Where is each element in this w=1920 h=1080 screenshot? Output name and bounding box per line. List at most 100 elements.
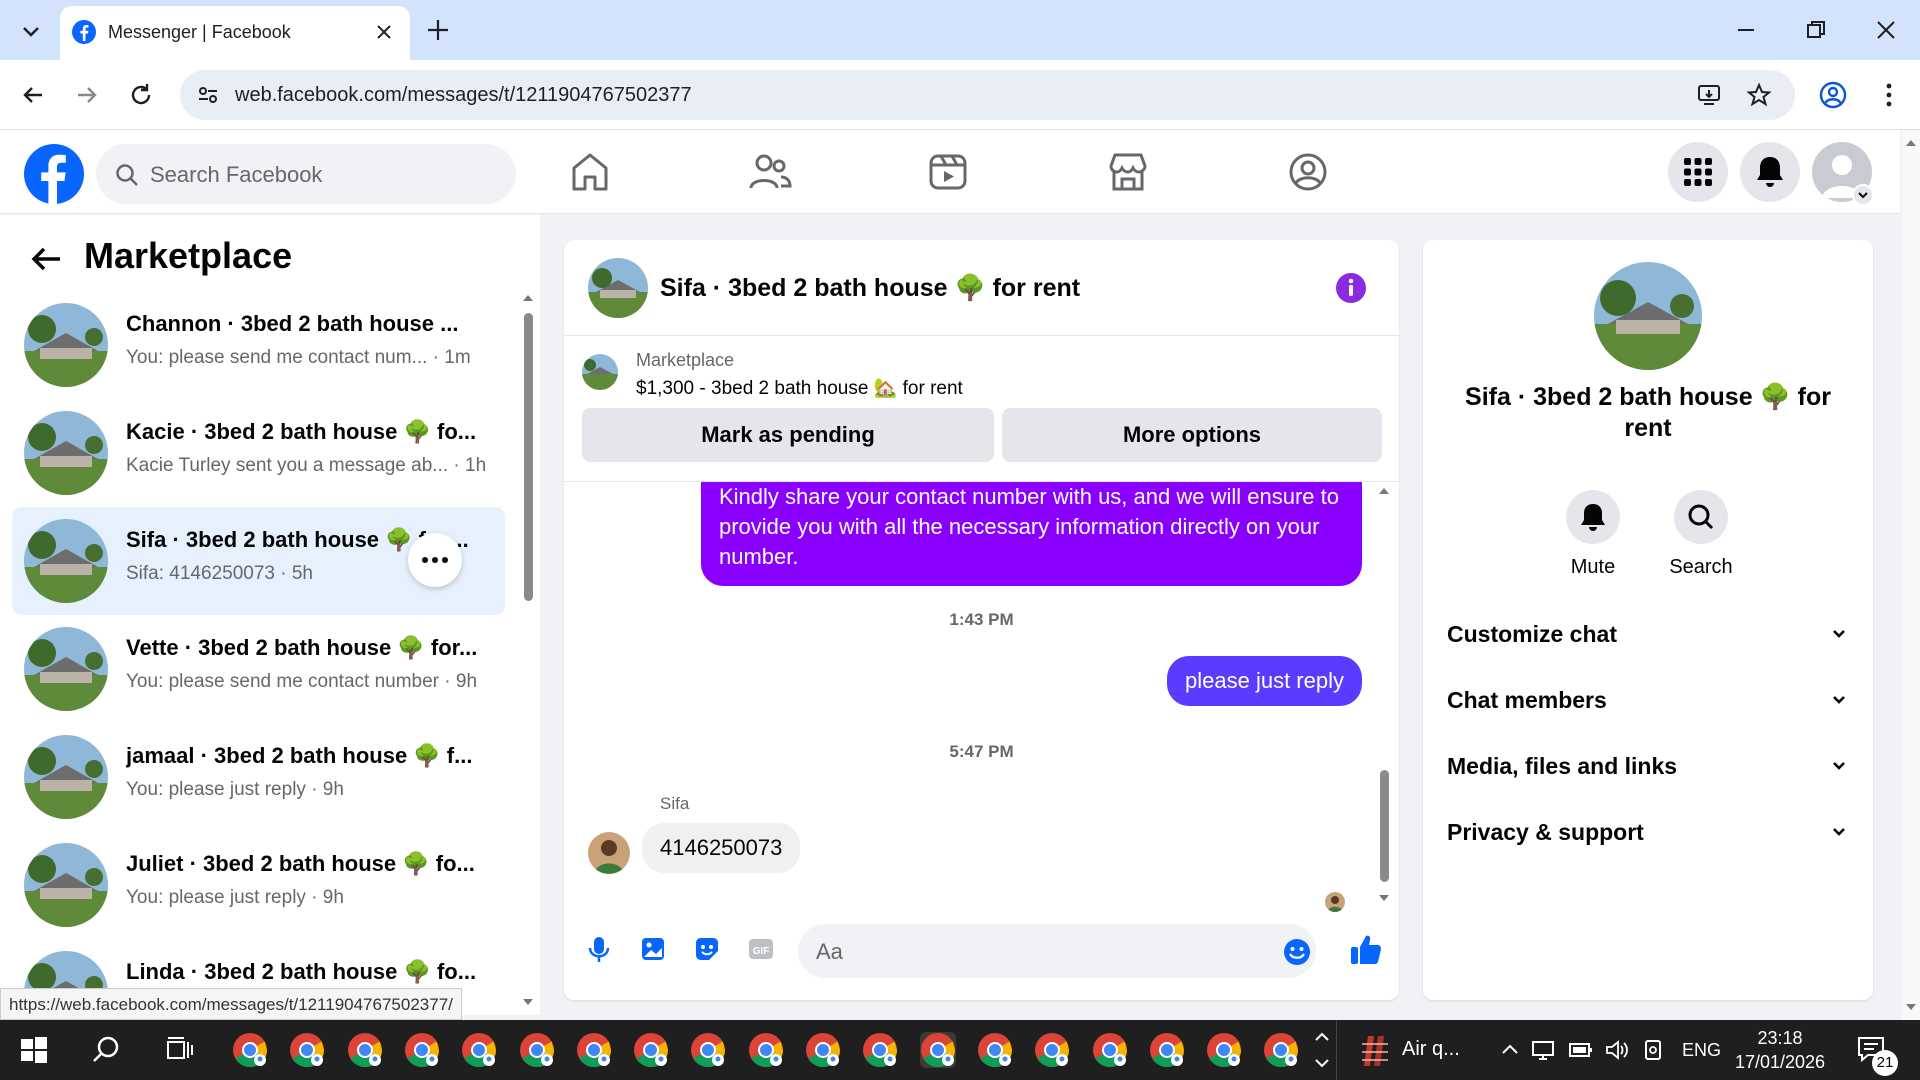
weather-widget[interactable] [1360,1032,1390,1068]
device-icon[interactable] [1640,1038,1666,1062]
show-hidden-icons-button[interactable] [1498,1038,1522,1062]
conversation-options-button[interactable] [408,533,462,587]
outgoing-message[interactable]: please just reply [1167,656,1362,706]
taskbar-chrome-app[interactable] [232,1032,268,1068]
conversation-item[interactable]: Juliet · 3bed 2 bath house 🌳 fo... You: p… [12,831,505,939]
back-button[interactable] [28,241,64,277]
forward-button[interactable] [72,80,102,110]
more-options-button[interactable]: More options [1002,408,1382,462]
gif-button[interactable]: GIF [746,934,776,964]
mark-as-pending-button[interactable]: Mark as pending [582,408,994,462]
facebook-logo[interactable] [24,144,84,204]
message-input-placeholder: Aa [816,939,843,964]
sticker-button[interactable] [692,934,722,964]
taskbar-chrome-app[interactable] [461,1032,497,1068]
taskbar-chrome-app[interactable] [289,1032,325,1068]
incoming-message[interactable]: 4146250073 [642,823,801,873]
taskbar-chrome-app[interactable] [519,1032,555,1068]
page-scrollbar[interactable] [1902,130,1920,1020]
taskbar-chrome-app[interactable] [1034,1032,1070,1068]
taskbar-chrome-app[interactable] [347,1032,383,1068]
facebook-search-input[interactable]: Search Facebook [96,144,516,204]
attach-photo-button[interactable] [638,934,668,964]
taskbar-clock[interactable]: 23:18 17/01/2026 [1720,1026,1840,1074]
taskbar-chrome-app[interactable] [748,1032,784,1068]
language-indicator[interactable]: ENG [1682,1040,1721,1061]
mute-button[interactable]: Mute [1538,490,1648,579]
taskbar-search-button[interactable] [90,1034,122,1066]
taskbar-chrome-app[interactable] [805,1032,841,1068]
task-view-button[interactable] [164,1034,196,1066]
home-icon [572,153,608,191]
start-button[interactable] [20,1036,48,1064]
address-bar[interactable]: web.facebook.com/messages/t/121190476750… [180,70,1795,120]
info-avatar[interactable] [1594,262,1702,370]
house-photo-icon [24,627,108,711]
conversation-item[interactable]: Vette · 3bed 2 bath house 🌳 for... You: p… [12,615,505,723]
close-tab-button[interactable] [372,20,396,44]
search-in-conversation-button[interactable]: Search [1646,490,1756,579]
network-icon[interactable] [1530,1038,1556,1062]
taskbar-chrome-app[interactable] [919,1032,956,1068]
browser-menu-button[interactable] [1874,80,1904,110]
customize-chat-row[interactable]: Customize chat [1447,612,1849,656]
conversation-item[interactable]: Kacie · 3bed 2 bath house 🌳 fo... Kacie T… [12,399,505,507]
weather-label[interactable]: Air q... [1402,1038,1460,1061]
taskbar-chrome-app[interactable] [1206,1032,1242,1068]
install-app-button[interactable] [1696,82,1722,108]
outgoing-message[interactable]: Kindly share your contact number with us… [701,482,1362,586]
taskbar-chrome-app[interactable] [1149,1032,1185,1068]
voice-clip-button[interactable] [584,934,614,964]
tab-messenger[interactable]: Messenger | Facebook [60,6,410,60]
listing-thumbnail[interactable] [582,354,618,390]
sender-avatar[interactable] [588,832,630,874]
conversation-item[interactable]: jamaal · 3bed 2 bath house 🌳 f... You: pl… [12,723,505,831]
taskbar-chrome-app[interactable] [1092,1032,1128,1068]
menu-button[interactable] [1668,142,1728,202]
conversation-preview: You: please just reply · 9h [126,779,344,800]
conversation-item[interactable]: Channon · 3bed 2 bath house ... You: plea… [12,291,505,399]
taskbar-chrome-app[interactable] [690,1032,726,1068]
tab-search-button[interactable] [14,14,48,48]
taskbar-chrome-app[interactable] [977,1032,1013,1068]
taskbar-chrome-app[interactable] [404,1032,440,1068]
taskbar-chrome-app[interactable] [633,1032,669,1068]
messages-scrollbar[interactable] [1376,482,1392,912]
volume-icon[interactable] [1604,1038,1630,1062]
message-input[interactable]: Aa [798,924,1316,978]
back-button[interactable] [18,80,48,110]
conversation-name: Kacie · 3bed 2 bath house 🌳 fo... [126,419,477,444]
conversation-info-button[interactable] [1335,272,1367,304]
restore-button[interactable] [1802,16,1830,44]
nav-marketplace[interactable] [1106,150,1150,194]
privacy-support-row[interactable]: Privacy & support [1447,810,1849,854]
taskbar-chrome-app[interactable] [1263,1032,1299,1068]
house-photo-icon [588,258,648,318]
profile-button[interactable] [1818,80,1848,110]
listing-text[interactable]: $1,300 - 3bed 2 bath house 🏡 for rent [636,376,963,400]
reload-button[interactable] [126,80,156,110]
media-files-links-row[interactable]: Media, files and links [1447,744,1849,788]
bookmark-button[interactable] [1746,82,1772,108]
like-button[interactable] [1348,932,1384,968]
nav-watch[interactable] [926,150,970,194]
new-tab-button[interactable] [424,16,452,44]
chat-members-row[interactable]: Chat members [1447,678,1849,722]
taskbar-overflow-arrows[interactable] [1312,1026,1332,1074]
emoji-button[interactable] [1282,937,1312,967]
account-menu-chevron[interactable] [1852,184,1874,206]
conversation-avatar [24,519,108,603]
nav-home[interactable] [568,150,612,194]
site-settings-icon[interactable] [196,83,220,107]
nav-gaming[interactable] [1286,150,1330,194]
minimize-button[interactable] [1732,16,1760,44]
notifications-button[interactable] [1740,142,1800,202]
chat-avatar[interactable] [588,258,648,318]
battery-icon[interactable] [1568,1038,1594,1062]
scrollbar-icon [1379,488,1389,901]
nav-friends[interactable] [748,150,792,194]
close-window-button[interactable] [1872,16,1900,44]
taskbar-chrome-app[interactable] [576,1032,612,1068]
sidebar-scrollbar[interactable] [520,291,536,1011]
taskbar-chrome-app[interactable] [862,1032,898,1068]
